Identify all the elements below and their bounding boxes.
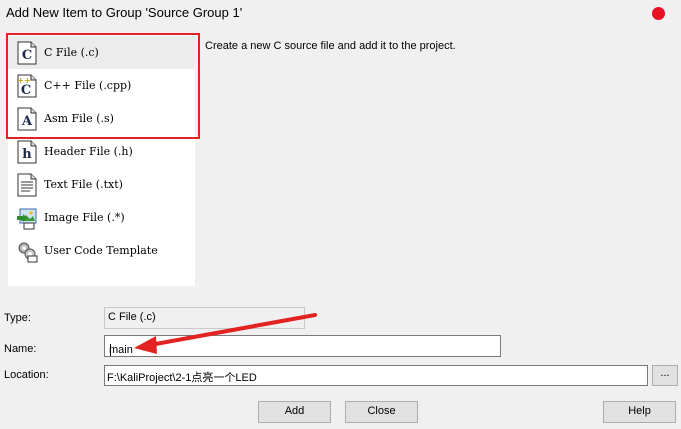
name-input[interactable]: main [104,335,501,357]
window-title: Add New Item to Group 'Source Group 1' [6,5,243,20]
type-label: Type: [4,312,31,324]
type-field: C File (.c) [104,307,305,329]
help-button[interactable]: Help [603,401,676,423]
add-button[interactable]: Add [258,401,331,423]
item-type-list[interactable]: C C File (.c) C ++ C++ File (.cpp) A Asm… [8,33,195,286]
svg-text:C: C [22,48,32,63]
svg-text:++: ++ [17,76,30,85]
cpp-file-icon: C ++ [17,74,37,98]
list-item-label: C File (.c) [44,46,99,59]
list-item-image-file[interactable]: Image File (.*) [8,201,195,234]
list-item-label: User Code Template [44,244,158,257]
list-item-label: Header File (.h) [44,145,133,158]
list-item-user-code-template[interactable]: User Code Template [8,234,195,267]
name-label: Name: [4,343,37,355]
title-bar: Add New Item to Group 'Source Group 1' [0,0,681,28]
close-button[interactable]: Close [345,401,418,423]
browse-button[interactable]: ... [652,365,678,386]
item-description: Create a new C source file and add it to… [205,40,456,52]
list-item-header-file[interactable]: h Header File (.h) [8,135,195,168]
close-icon[interactable] [652,7,665,20]
list-item-asm-file[interactable]: A Asm File (.s) [8,102,195,135]
list-item-text-file[interactable]: Text File (.txt) [8,168,195,201]
text-caret [110,344,111,356]
list-item-label: Asm File (.s) [44,112,114,125]
svg-text:C: C [21,83,31,98]
list-item-label: C++ File (.cpp) [44,79,132,92]
image-file-icon [17,208,37,230]
c-file-icon: C [17,41,37,65]
location-value: F:\KaliProject\2-1点亮一个LED [107,372,257,384]
asm-file-icon: A [17,107,37,131]
list-item-label: Image File (.*) [44,211,125,224]
list-item-cpp-file[interactable]: C ++ C++ File (.cpp) [8,69,195,102]
svg-text:h: h [22,147,32,162]
list-item-c-file[interactable]: C C File (.c) [8,36,195,69]
svg-text:A: A [21,114,33,129]
text-file-icon [17,173,37,197]
location-input[interactable]: F:\KaliProject\2-1点亮一个LED [104,365,648,386]
list-item-label: Text File (.txt) [44,178,123,191]
template-icon [18,242,38,263]
type-value: C File (.c) [108,311,156,323]
header-file-icon: h [17,140,37,164]
location-label: Location: [4,369,49,381]
